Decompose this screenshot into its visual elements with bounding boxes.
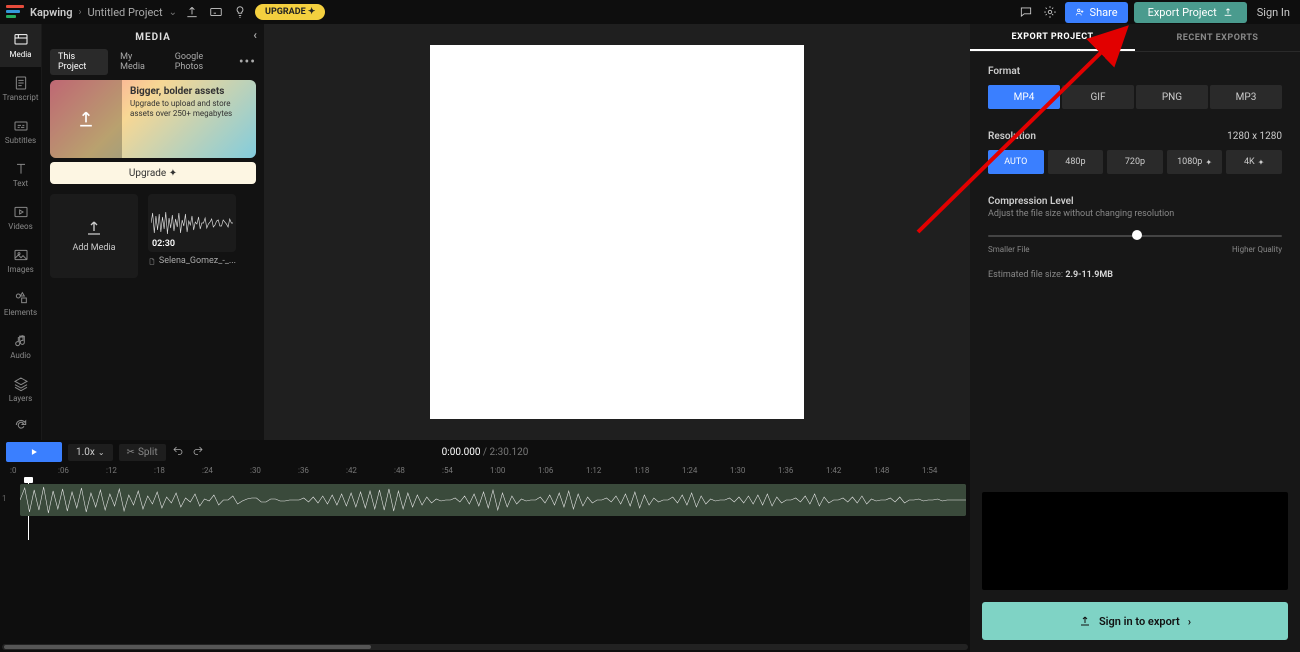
rail-transcript[interactable]: Transcript	[0, 67, 41, 110]
add-media-button[interactable]: Add Media	[50, 194, 138, 278]
track-number: 1	[2, 494, 7, 503]
brand-name[interactable]: Kapwing	[30, 6, 72, 19]
add-media-label: Add Media	[72, 243, 115, 253]
breadcrumb-chevron: ›	[78, 7, 81, 18]
format-label: Format	[988, 66, 1282, 77]
collapse-icon[interactable]: ‹	[253, 28, 258, 42]
compression-slider[interactable]	[988, 229, 1282, 243]
split-button[interactable]: ✂Split	[119, 444, 166, 461]
rail-refresh[interactable]	[0, 411, 41, 440]
kapwing-logo[interactable]	[6, 5, 24, 19]
rail-layers[interactable]: Layers	[0, 368, 41, 411]
topbar: Kapwing › Untitled Project ⌄ UPGRADE ✦ S…	[0, 0, 1300, 24]
promo-sub: Upgrade to upload and store assets over …	[130, 99, 248, 120]
audio-clip-track[interactable]	[20, 484, 966, 516]
res-1080p[interactable]: 1080p✦	[1167, 150, 1223, 174]
lightbulb-icon[interactable]	[231, 3, 249, 21]
export-panel: EXPORT PROJECT RECENT EXPORTS Format MP4…	[970, 24, 1300, 652]
share-button[interactable]: Share	[1065, 2, 1128, 23]
timeline-scrollbar[interactable]	[2, 644, 968, 650]
gear-icon[interactable]	[1041, 3, 1059, 21]
resolution-label: Resolution	[988, 131, 1036, 142]
media-title: MEDIA	[135, 32, 171, 43]
res-480p[interactable]: 480p	[1048, 150, 1104, 174]
timeline-track-1[interactable]: 1	[10, 480, 970, 520]
chevron-right-icon: ›	[1188, 615, 1191, 628]
card-icon[interactable]	[207, 3, 225, 21]
rail-videos[interactable]: Videos	[0, 196, 41, 239]
media-clip[interactable]: 02:30 Selena_Gomez_-_...	[148, 194, 236, 278]
playback-speed[interactable]: 1.0x⌄	[68, 444, 113, 461]
rail-media[interactable]: Media	[0, 24, 41, 67]
export-project-button[interactable]: Export Project	[1134, 2, 1247, 23]
format-gif[interactable]: GIF	[1062, 85, 1134, 109]
left-rail: Media Transcript Subtitles Text Videos I…	[0, 24, 42, 440]
undo-button[interactable]	[172, 445, 186, 459]
res-720p[interactable]: 720p	[1107, 150, 1163, 174]
upgrade-pill[interactable]: UPGRADE ✦	[255, 4, 325, 20]
clip-thumbnail: 02:30	[148, 194, 236, 252]
slider-right-label: Higher Quality	[1232, 245, 1282, 254]
estimated-size: Estimated file size: 2.9-11.9MB	[988, 270, 1282, 280]
compression-label: Compression Level	[988, 196, 1282, 207]
compression-sub: Adjust the file size without changing re…	[988, 209, 1282, 219]
res-4k[interactable]: 4K✦	[1226, 150, 1282, 174]
format-mp3[interactable]: MP3	[1210, 85, 1282, 109]
play-button[interactable]	[6, 442, 62, 462]
resolution-dim: 1280 x 1280	[1227, 131, 1282, 142]
media-panel: MEDIA ‹ This Project My Media Google Pho…	[42, 24, 264, 440]
redo-button[interactable]	[192, 445, 206, 459]
rail-elements[interactable]: Elements	[0, 282, 41, 325]
format-mp4[interactable]: MP4	[988, 85, 1060, 109]
canvas-area	[264, 24, 970, 440]
rail-images[interactable]: Images	[0, 239, 41, 282]
upload-icon[interactable]	[183, 3, 201, 21]
slider-left-label: Smaller File	[988, 245, 1030, 254]
tab-recent-exports[interactable]: RECENT EXPORTS	[1135, 24, 1300, 51]
rail-text[interactable]: Text	[0, 153, 41, 196]
timecode: 0:00.000 / 2:30.120	[442, 447, 529, 458]
comment-icon[interactable]	[1017, 3, 1035, 21]
export-label: Export Project	[1148, 6, 1217, 19]
media-more-icon[interactable]: •••	[239, 54, 256, 70]
upgrade-button[interactable]: Upgrade ✦	[50, 162, 256, 184]
project-canvas[interactable]	[430, 45, 804, 419]
tab-this-project[interactable]: This Project	[50, 49, 108, 75]
promo-upload-icon	[50, 80, 122, 158]
upgrade-promo: Bigger, bolder assets Upgrade to upload …	[50, 80, 256, 158]
signin-link[interactable]: Sign In	[1253, 6, 1294, 19]
signin-export-label: Sign in to export	[1099, 615, 1180, 628]
timeline: 1.0x⌄ ✂Split 0:00.000 / 2:30.120 :0:06:1…	[0, 440, 970, 652]
promo-title: Bigger, bolder assets	[130, 86, 248, 97]
clip-filename: Selena_Gomez_-_...	[148, 256, 236, 266]
signin-to-export-button[interactable]: Sign in to export ›	[982, 602, 1288, 640]
res-auto[interactable]: AUTO	[988, 150, 1044, 174]
timeline-ruler[interactable]: :0:06:12:18:24:30:36:42:48:541:001:061:1…	[10, 464, 970, 480]
share-label: Share	[1090, 6, 1118, 19]
tab-my-media[interactable]: My Media	[112, 49, 163, 75]
export-preview	[982, 492, 1288, 590]
tab-google-photos[interactable]: Google Photos	[167, 49, 235, 75]
rail-subtitles[interactable]: Subtitles	[0, 110, 41, 153]
tab-export-project[interactable]: EXPORT PROJECT	[970, 24, 1135, 51]
project-dropdown-icon[interactable]: ⌄	[169, 7, 177, 18]
project-name[interactable]: Untitled Project	[87, 6, 162, 19]
clip-duration: 02:30	[152, 239, 175, 249]
rail-audio[interactable]: Audio	[0, 325, 41, 368]
format-png[interactable]: PNG	[1136, 85, 1208, 109]
